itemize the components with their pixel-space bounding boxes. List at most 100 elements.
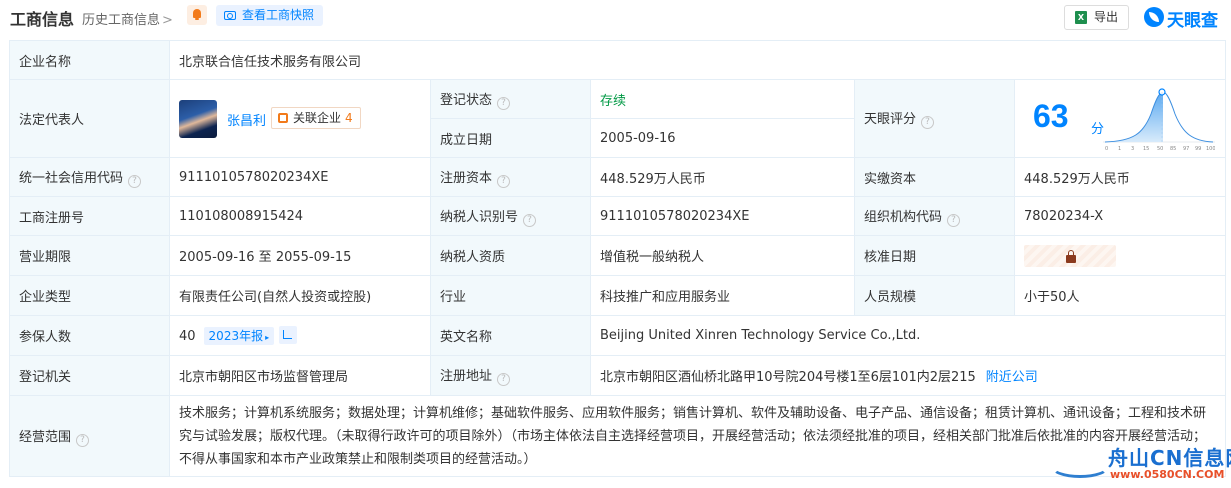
logo-text: 天眼查 [1167,11,1218,31]
org-code-label: 组织机构代码? [854,196,1015,236]
industry-label: 行业 [430,275,591,316]
table-row: 企业名称 北京联合信任技术服务有限公司 [9,40,1226,80]
link-icon [278,112,288,123]
taxpayer-id-value: 9111010578020234XE [590,196,855,236]
reg-capital-label: 注册资本? [430,157,591,197]
view-snapshot-button[interactable]: 查看工商快照 [216,5,323,26]
curve-tick: 100 [1206,146,1215,152]
watermark-swoosh [1050,454,1110,478]
org-code-value: 78020234-X [1014,196,1226,236]
reg-status-value: 存续 [590,79,855,119]
taxpayer-qual-label: 纳税人资质 [430,235,591,276]
paid-capital-value: 448.529万人民币 [1014,157,1226,197]
reg-status-label-text: 登记状态 [440,92,493,108]
site-watermark: 舟山CN信息网 www.0580CN.COM [1050,440,1231,488]
help-icon[interactable]: ? [76,433,90,447]
help-icon[interactable]: ? [128,174,142,188]
company-type-value: 有限责任公司(自然人投资或控股) [169,275,431,316]
reg-address-value: 北京市朝阳区酒仙桥北路甲10号院204号楼1至6层101内2层215 [600,370,976,385]
excel-icon: X [1075,11,1087,24]
legal-rep-label: 法定代表人 [9,79,170,158]
associated-companies-count: 4 [345,110,353,125]
lock-icon[interactable] [1024,244,1116,267]
help-icon[interactable]: ? [497,373,511,386]
chevron-right-icon: > [162,13,173,28]
curve-tick: 15 [1143,146,1149,152]
associated-companies-label: 关联企业 [293,110,342,125]
reg-address-cell: 北京市朝阳区酒仙桥北路甲10号院204号楼1至6层101内2层215 附近公司 [590,355,1226,396]
table-row: 营业期限 2005-09-16 至 2055-09-15 纳税人资质 增值税一般… [9,235,1226,276]
tianyan-score-cell[interactable]: 63 分 0 1 3 15 50 85 97 99 100 [1014,79,1226,158]
export-button[interactable]: X 导出 [1064,5,1129,30]
credit-code-label-text: 统一社会信用代码 [19,170,124,186]
curve-tick: 0 [1105,146,1108,152]
camera-icon [224,11,236,20]
annual-report-button[interactable]: 2023年报 ▸ [203,327,275,345]
tianyan-score-label-text: 天眼评分 [864,112,917,127]
history-link[interactable]: 历史工商信息 > [82,9,173,28]
staff-size-value: 小于50人 [1014,275,1226,316]
taxpayer-qual-value: 增值税一般纳税人 [590,235,855,276]
reg-capital-value: 448.529万人民币 [590,157,855,197]
tianyan-score-label: 天眼评分? [854,79,1015,158]
trend-chart-icon[interactable] [279,326,298,344]
company-name-value: 北京联合信任技术服务有限公司 [169,40,1226,80]
legal-rep-name[interactable]: 张昌利 [227,110,266,129]
reg-status-label: 登记状态? [430,79,591,119]
help-icon[interactable]: ? [523,213,537,227]
bell-icon[interactable] [187,5,207,25]
table-row: 工商注册号 110108008915424 纳税人识别号? 9111010578… [9,196,1226,236]
taxpayer-id-label-text: 纳税人识别号 [440,209,519,225]
taxpayer-id-label: 纳税人识别号? [430,196,591,236]
table-row: 统一社会信用代码? 9111010578020234XE 注册资本? 448.5… [9,157,1226,197]
reg-authority-label: 登记机关 [9,355,170,396]
watermark-url: www.0580CN.COM [1110,468,1225,481]
tianyan-score-value: 63 [1033,98,1069,134]
reg-capital-label-text: 注册资本 [440,170,493,186]
section-header: 工商信息 历史工商信息 > 查看工商快照 X 导出 天眼查 [0,0,1231,36]
logo-icon [1144,7,1164,27]
reg-address-label-text: 注册地址 [440,369,493,384]
help-icon[interactable]: ? [497,174,511,188]
tianyancha-logo: 天眼查 [1144,5,1226,31]
nearby-companies-link[interactable]: 附近公司 [986,370,1038,385]
staff-size-label: 人员规模 [854,275,1015,316]
watermark-text: 舟山CN信息网 [1108,446,1231,470]
scope-label-text: 经营范围 [19,429,72,445]
help-icon[interactable]: ? [497,96,511,110]
table-row: 参保人数 40 2023年报 ▸ 英文名称 Beijing United Xinre… [9,315,1226,356]
insured-value-cell: 40 2023年报 ▸ [169,315,431,356]
table-row: 登记机关 北京市朝阳区市场监督管理局 注册地址? 北京市朝阳区酒仙桥北路甲10号… [9,355,1226,396]
approval-date-value [1014,235,1226,276]
reg-authority-value: 北京市朝阳区市场监督管理局 [169,355,431,396]
company-name-label: 企业名称 [9,40,170,80]
paid-capital-label: 实缴资本 [854,157,1015,197]
reg-address-label: 注册地址? [430,355,591,396]
view-snapshot-label: 查看工商快照 [242,8,315,22]
help-icon[interactable]: ? [947,213,961,227]
reg-number-value: 110108008915424 [169,196,431,236]
caret-right-icon: ▸ [265,333,270,342]
table-row: 企业类型 有限责任公司(自然人投资或控股) 行业 科技推广和应用服务业 人员规模… [9,275,1226,316]
reg-number-label: 工商注册号 [9,196,170,236]
est-date-value: 2005-09-16 [590,118,855,158]
export-label: 导出 [1094,10,1119,24]
table-row: 经营范围? 技术服务；计算机系统服务；数据处理；计算机维修；基础软件服务、应用软… [9,395,1226,477]
curve-tick: 97 [1183,146,1189,152]
business-info-table: 企业名称 北京联合信任技术服务有限公司 法定代表人 张昌利 关联企业 4 登记状态… [9,40,1226,477]
company-type-label: 企业类型 [9,275,170,316]
org-code-label-text: 组织机构代码 [864,209,943,225]
associated-companies-button[interactable]: 关联企业 4 [271,106,361,129]
curve-tick: 99 [1195,146,1201,152]
scope-label: 经营范围? [9,395,170,477]
legal-rep-cell: 张昌利 关联企业 4 [169,79,431,158]
help-icon[interactable]: ? [921,116,935,129]
avatar[interactable] [179,99,217,138]
table-row: 法定代表人 张昌利 关联企业 4 登记状态? 存续 天眼评分? 63 分 0 1… [9,79,1226,158]
term-label: 营业期限 [9,235,170,276]
annual-report-label: 2023年报 [208,329,264,343]
approval-date-label: 核准日期 [854,235,1015,276]
industry-value: 科技推广和应用服务业 [590,275,855,316]
insured-value: 40 [179,329,196,344]
section-title: 工商信息 [10,10,75,29]
